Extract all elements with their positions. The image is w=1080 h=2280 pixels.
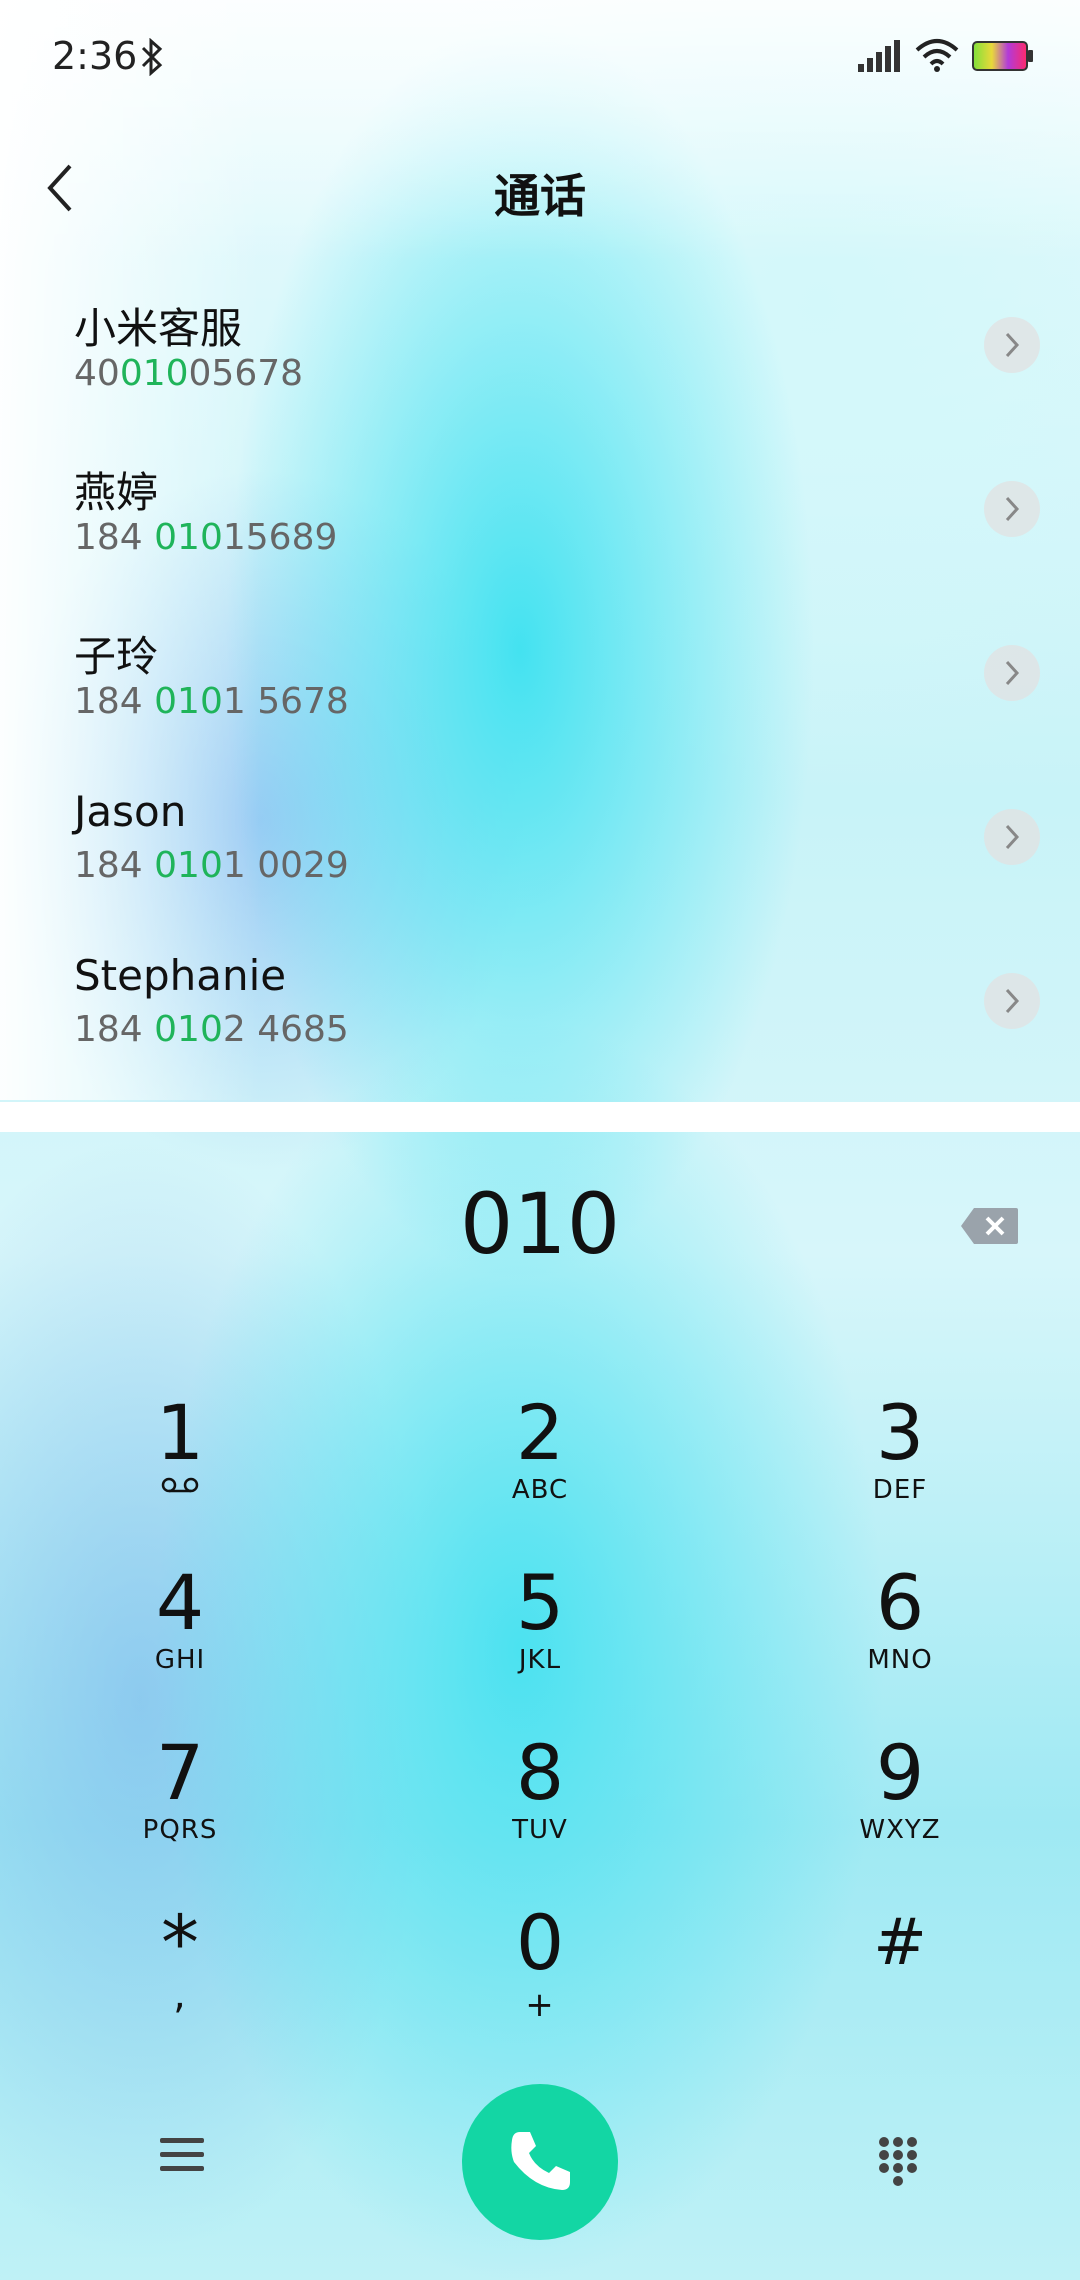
- contact-row[interactable]: 小米客服 4001005678: [0, 265, 1080, 429]
- voicemail-icon: [161, 1477, 199, 1493]
- key-1[interactable]: 1: [55, 1393, 305, 1543]
- bluetooth-icon: [141, 38, 163, 76]
- dialed-number: 010: [459, 1175, 621, 1273]
- contact-detail-button[interactable]: [984, 645, 1040, 701]
- contact-detail-button[interactable]: [984, 317, 1040, 373]
- divider: [0, 1102, 1080, 1132]
- contact-row[interactable]: Jason 184 0101 0029: [0, 757, 1080, 921]
- status-bar: 2:36: [0, 0, 1080, 120]
- key-5[interactable]: 5 JKL: [415, 1563, 665, 1713]
- backspace-icon[interactable]: [960, 1206, 1020, 1246]
- contact-name: Stephanie: [74, 951, 287, 1000]
- call-button[interactable]: [462, 2084, 618, 2240]
- contact-detail-button[interactable]: [984, 481, 1040, 537]
- contact-detail-button[interactable]: [984, 809, 1040, 865]
- signal-icon: [858, 40, 900, 72]
- phone-icon: [511, 2132, 570, 2190]
- key-3[interactable]: 3 DEF: [775, 1393, 1025, 1543]
- key-4[interactable]: 4 GHI: [55, 1563, 305, 1713]
- contact-name: 小米客服: [74, 304, 243, 353]
- contact-name: 燕婷: [74, 468, 159, 517]
- chevron-right-icon: [1005, 496, 1020, 522]
- key-7[interactable]: 7 PQRS: [55, 1733, 305, 1883]
- menu-icon[interactable]: [160, 2136, 204, 2174]
- chevron-right-icon: [1005, 824, 1020, 850]
- battery-icon: [972, 41, 1033, 71]
- keypad-icon[interactable]: [878, 2136, 918, 2188]
- key-6[interactable]: 6 MNO: [775, 1563, 1025, 1713]
- key-0[interactable]: 0 +: [415, 1903, 665, 2053]
- key-9[interactable]: 9 WXYZ: [775, 1733, 1025, 1883]
- contact-row[interactable]: 燕婷 184 01015689: [0, 429, 1080, 593]
- key-star[interactable]: * ,: [55, 1903, 305, 2053]
- contact-row[interactable]: Stephanie 184 0102 4685: [0, 921, 1080, 1085]
- chevron-right-icon: [1005, 332, 1020, 358]
- chevron-right-icon: [1005, 988, 1020, 1014]
- status-time: 2:36: [52, 34, 138, 78]
- contact-number: 184 01015689: [74, 517, 338, 558]
- key-hash[interactable]: #: [775, 1903, 1025, 2053]
- contact-detail-button[interactable]: [984, 973, 1040, 1029]
- key-2[interactable]: 2 ABC: [415, 1393, 665, 1543]
- contact-row[interactable]: 子玲 184 0101 5678: [0, 593, 1080, 757]
- wifi-icon: [915, 39, 959, 72]
- contact-name: Jason: [74, 787, 187, 836]
- contact-name: 子玲: [74, 632, 159, 681]
- contact-number: 184 0102 4685: [74, 1009, 349, 1050]
- contact-list: 小米客服 4001005678 燕婷 184 01015689 子玲 184 0…: [0, 265, 1080, 1085]
- page-title: 通话: [494, 169, 586, 223]
- contact-number: 184 0101 5678: [74, 681, 349, 722]
- contact-number: 4001005678: [74, 353, 304, 394]
- contact-number: 184 0101 0029: [74, 845, 349, 886]
- key-8[interactable]: 8 TUV: [415, 1733, 665, 1883]
- chevron-right-icon: [1005, 660, 1020, 686]
